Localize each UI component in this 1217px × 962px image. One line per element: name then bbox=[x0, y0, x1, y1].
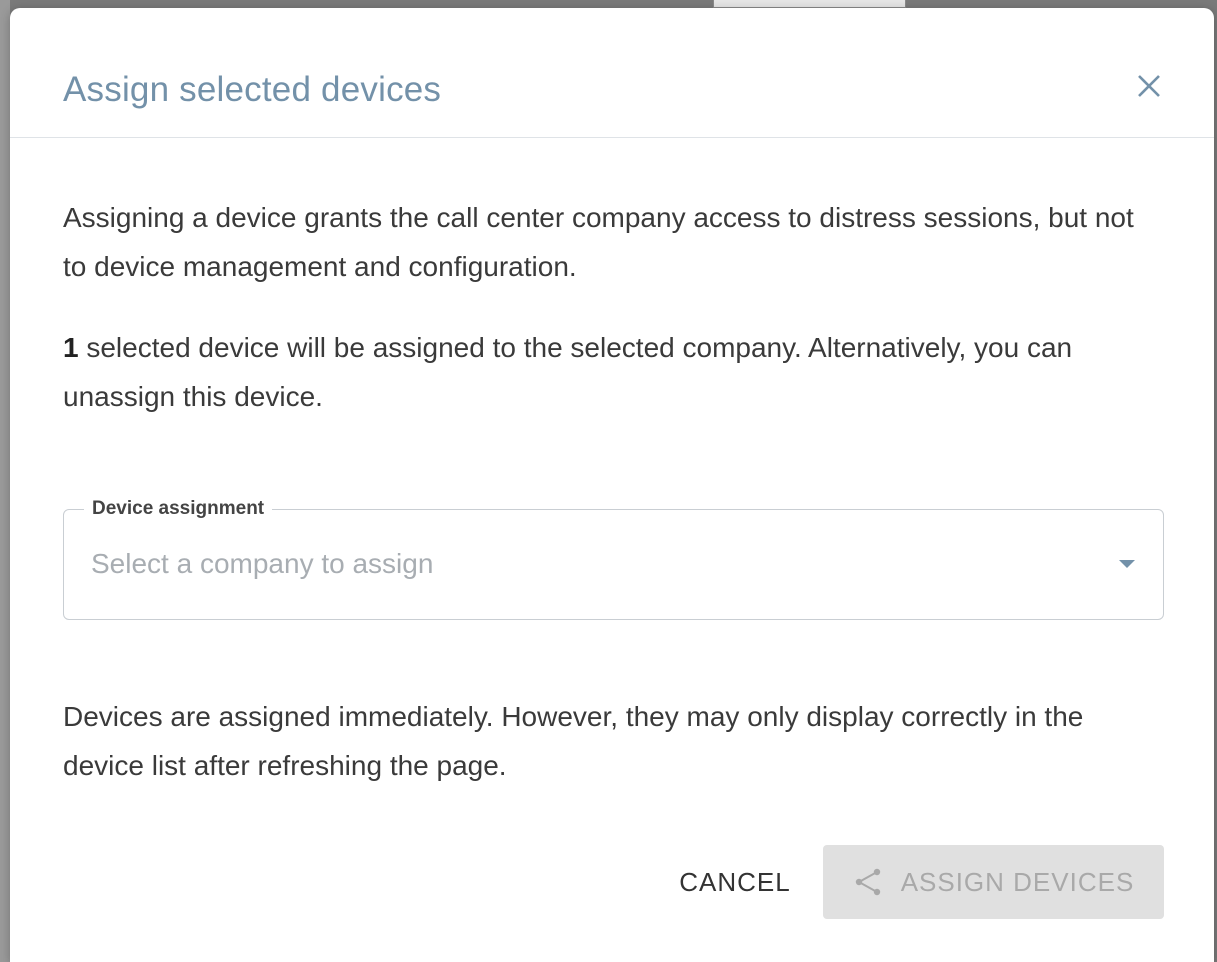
device-assignment-placeholder: Select a company to assign bbox=[91, 548, 434, 579]
assign-devices-dialog: Assign selected devices Assigning a devi… bbox=[10, 8, 1214, 962]
selection-summary-text: 1 selected device will be assigned to th… bbox=[63, 323, 1163, 421]
background-page-edge bbox=[0, 0, 10, 962]
selection-summary-rest: selected device will be assigned to the … bbox=[63, 332, 1073, 412]
selected-count: 1 bbox=[63, 332, 79, 363]
refresh-notice-text: Devices are assigned immediately. Howeve… bbox=[63, 701, 1084, 781]
cancel-button[interactable]: CANCEL bbox=[670, 855, 800, 909]
device-assignment-select[interactable]: Device assignment Select a company to as… bbox=[63, 498, 1164, 620]
caret-down-icon bbox=[1119, 560, 1135, 568]
dialog-header: Assign selected devices bbox=[10, 8, 1214, 138]
close-button[interactable] bbox=[1131, 68, 1167, 104]
assign-devices-label: ASSIGN DEVICES bbox=[900, 866, 1135, 897]
device-assignment-label: Device assignment bbox=[84, 498, 273, 520]
background-tab bbox=[713, 0, 906, 8]
dialog-title: Assign selected devices bbox=[63, 70, 442, 109]
close-icon bbox=[1138, 75, 1160, 97]
assign-devices-button[interactable]: ASSIGN DEVICES bbox=[823, 845, 1164, 919]
share-icon bbox=[855, 868, 880, 896]
assignment-info-text: Assigning a device grants the call cente… bbox=[63, 202, 1134, 282]
